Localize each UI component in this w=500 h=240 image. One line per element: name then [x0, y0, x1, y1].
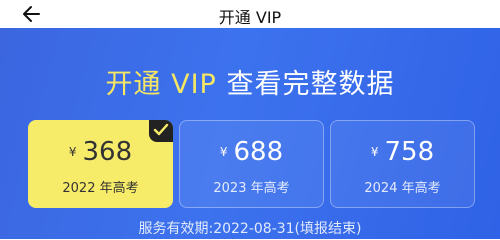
- service-period: 服务有效期:2022-08-31(填报结束): [138, 221, 362, 237]
- plan-card-2023[interactable]: ¥688 2023 年高考: [179, 120, 324, 208]
- plan-label: 2023 年高考: [213, 181, 290, 196]
- headline-highlight: 开通 VIP: [105, 69, 217, 100]
- vip-headline: 开通 VIP 查看完整数据: [0, 62, 500, 101]
- plan-price: ¥688: [180, 137, 323, 167]
- plan-card-2022[interactable]: ¥368 2022 年高考: [28, 120, 173, 208]
- price-amount: 368: [82, 137, 133, 167]
- plan-price: ¥758: [331, 137, 474, 167]
- plan-card-2024[interactable]: ¥758 2024 年高考: [330, 120, 475, 208]
- headline-rest: 查看完整数据: [216, 69, 395, 100]
- price-amount: 758: [384, 137, 435, 167]
- plan-options: ¥368 2022 年高考 ¥688 2023 年高考 ¥758 2024 年高…: [0, 120, 500, 230]
- page-title: 开通 VIP: [218, 8, 282, 27]
- currency-symbol: ¥: [219, 145, 228, 159]
- plan-price: ¥368: [29, 137, 172, 167]
- plan-label: 2024 年高考: [364, 181, 441, 196]
- vip-panel: 开通 VIP 查看完整数据 ¥368 2022 年高考 ¥688 2023 年高…: [0, 28, 500, 239]
- currency-symbol: ¥: [370, 145, 379, 159]
- top-bar: 开通 VIP: [0, 0, 500, 28]
- currency-symbol: ¥: [68, 145, 77, 159]
- plan-label: 2022 年高考: [62, 181, 139, 196]
- price-amount: 688: [233, 137, 284, 167]
- checkmark-icon: [149, 120, 173, 142]
